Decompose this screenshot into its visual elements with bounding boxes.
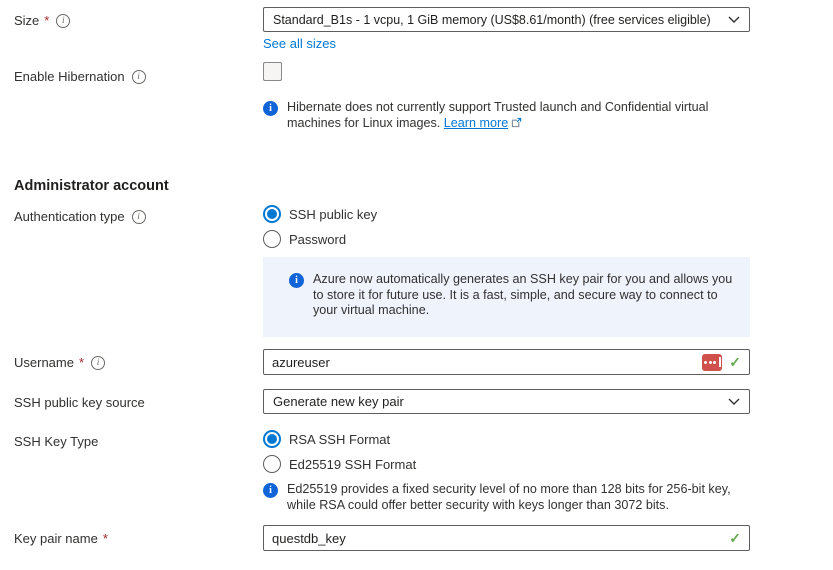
ed25519-info-text: Ed25519 provides a fixed security level …: [287, 482, 757, 513]
vm-create-form: Size * i Standard_B1s - 1 vcpu, 1 GiB mem…: [0, 0, 833, 570]
hibernation-checkbox[interactable]: [263, 62, 282, 81]
radio-rsa-ssh-format[interactable]: RSA SSH Format: [263, 430, 750, 448]
info-icon: i: [263, 483, 278, 498]
info-tooltip-icon[interactable]: i: [56, 14, 70, 28]
password-manager-autofill-icon[interactable]: [702, 354, 722, 371]
hibernation-info-note: i Hibernate does not currently support T…: [263, 100, 733, 132]
required-asterisk: *: [44, 13, 49, 28]
valid-check-icon: ✓: [729, 354, 741, 371]
ssh-source-label: SSH public key source: [14, 395, 145, 410]
radio-button-icon: [263, 230, 281, 248]
radio-button-icon: [263, 205, 281, 223]
size-label-text: Size: [14, 13, 39, 28]
radio-button-icon: [263, 455, 281, 473]
hibernation-info-text: Hibernate does not currently support Tru…: [287, 100, 732, 132]
username-label-text: Username: [14, 355, 74, 370]
ssh-source-select[interactable]: Generate new key pair: [263, 389, 750, 414]
radio-button-icon: [263, 430, 281, 448]
info-tooltip-icon[interactable]: i: [132, 70, 146, 84]
key-pair-name-field-wrap: ✓: [263, 525, 750, 551]
size-label: Size * i: [14, 13, 70, 28]
ssh-keypair-info-text: Azure now automatically generates an SSH…: [313, 272, 733, 319]
key-pair-name-label: Key pair name *: [14, 531, 108, 546]
info-tooltip-icon[interactable]: i: [132, 210, 146, 224]
required-asterisk: *: [103, 531, 108, 546]
ssh-key-type-label: SSH Key Type: [14, 434, 98, 449]
ssh-source-select-value: Generate new key pair: [273, 394, 722, 409]
learn-more-link[interactable]: Learn more: [444, 116, 508, 130]
auth-type-label-text: Authentication type: [14, 209, 125, 224]
auth-type-radio-group: SSH public key Password: [263, 205, 750, 255]
info-tooltip-icon[interactable]: i: [91, 356, 105, 370]
auth-type-label: Authentication type i: [14, 209, 146, 224]
radio-label: RSA SSH Format: [289, 432, 390, 447]
username-input[interactable]: [272, 355, 695, 370]
size-select-value: Standard_B1s - 1 vcpu, 1 GiB memory (US$…: [273, 13, 722, 27]
key-pair-name-input[interactable]: [272, 531, 722, 546]
info-icon: i: [263, 101, 278, 116]
required-asterisk: *: [79, 355, 84, 370]
admin-account-heading: Administrator account: [14, 178, 169, 194]
valid-check-icon: ✓: [729, 530, 741, 547]
radio-label: Ed25519 SSH Format: [289, 457, 416, 472]
chevron-down-icon: [728, 398, 740, 405]
radio-password[interactable]: Password: [263, 230, 750, 248]
radio-label: Password: [289, 232, 346, 247]
hibernation-label: Enable Hibernation i: [14, 69, 146, 84]
size-select[interactable]: Standard_B1s - 1 vcpu, 1 GiB memory (US$…: [263, 7, 750, 32]
radio-ssh-public-key[interactable]: SSH public key: [263, 205, 750, 223]
see-all-sizes-link[interactable]: See all sizes: [263, 36, 336, 51]
username-field-wrap: ✓: [263, 349, 750, 375]
info-icon: i: [289, 273, 304, 288]
hibernation-label-text: Enable Hibernation: [14, 69, 125, 84]
radio-label: SSH public key: [289, 207, 377, 222]
ssh-keypair-info-box: i Azure now automatically generates an S…: [263, 257, 750, 337]
chevron-down-icon: [728, 16, 740, 23]
username-label: Username * i: [14, 355, 105, 370]
ed25519-info-note: i Ed25519 provides a fixed security leve…: [263, 482, 763, 513]
key-pair-name-label-text: Key pair name: [14, 531, 98, 546]
external-link-icon: [511, 117, 522, 133]
radio-ed25519-ssh-format[interactable]: Ed25519 SSH Format: [263, 455, 750, 473]
ssh-key-type-radio-group: RSA SSH Format Ed25519 SSH Format: [263, 430, 750, 480]
